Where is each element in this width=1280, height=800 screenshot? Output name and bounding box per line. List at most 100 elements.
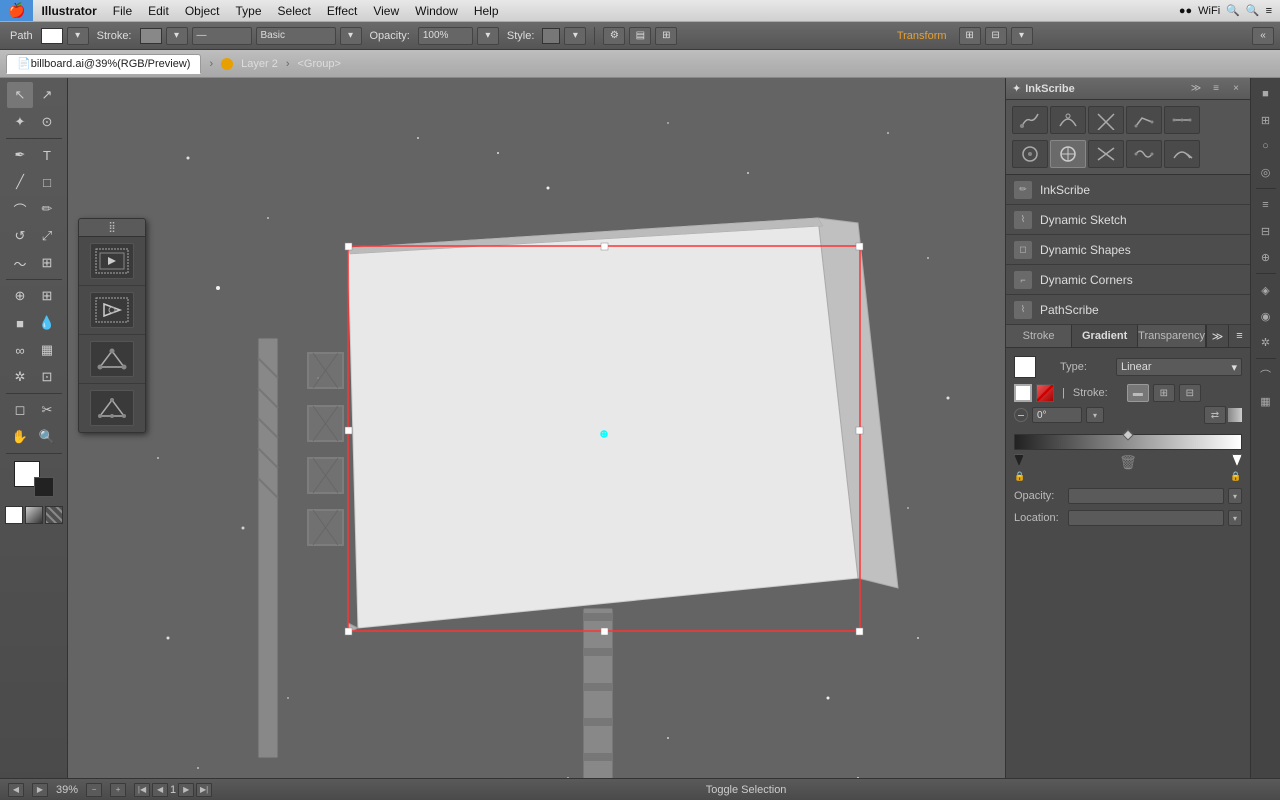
pencil-tool-btn[interactable]: ✏ bbox=[34, 196, 60, 222]
gradient-stop-left[interactable] bbox=[1014, 454, 1024, 466]
tab-transparency[interactable]: Transparency bbox=[1138, 325, 1206, 347]
arrange-options[interactable]: ⊟ bbox=[985, 27, 1007, 45]
far-right-appearance-btn[interactable]: ◈ bbox=[1254, 278, 1278, 302]
fill-stroke-swatches[interactable] bbox=[14, 461, 54, 497]
zoom-tool-btn[interactable]: 🔍 bbox=[34, 424, 60, 450]
far-right-graphic-style-btn[interactable]: ◉ bbox=[1254, 304, 1278, 328]
panel-menu-btn[interactable]: ≡ bbox=[1228, 325, 1250, 347]
far-right-align-btn[interactable]: ≡ bbox=[1254, 193, 1278, 217]
gradient-stop-right[interactable] bbox=[1232, 454, 1242, 466]
style-dropdown[interactable]: ▾ bbox=[564, 27, 586, 45]
stroke-type-2[interactable]: ⊞ bbox=[1153, 384, 1175, 402]
slice-tool-btn[interactable]: ⊡ bbox=[34, 364, 60, 390]
menu-effect[interactable]: Effect bbox=[319, 0, 365, 21]
gradient-midpoint-handle[interactable] bbox=[1122, 429, 1133, 440]
menu-edit[interactable]: Edit bbox=[140, 0, 177, 21]
opacity-value[interactable]: 100% bbox=[418, 27, 473, 45]
gradient-bar[interactable] bbox=[1014, 434, 1242, 450]
tab-gradient[interactable]: Gradient bbox=[1072, 325, 1138, 347]
apple-menu[interactable]: 🍎 bbox=[0, 0, 33, 21]
menubar-search-icon[interactable]: 🔍 bbox=[1246, 4, 1260, 17]
stroke-type-1[interactable]: ▬ bbox=[1127, 384, 1149, 402]
scale-tool-btn[interactable]: ⤢ bbox=[34, 223, 60, 249]
far-right-color-btn[interactable]: ■ bbox=[1254, 82, 1278, 106]
pen-tool-btn[interactable]: ✒ bbox=[7, 142, 33, 168]
gradient-reverse-btn[interactable]: ⇄ bbox=[1204, 406, 1226, 424]
plugin-item-dynamic-sketch[interactable]: ⌇ Dynamic Sketch bbox=[1006, 205, 1250, 235]
doc-tab[interactable]: 📄 billboard.ai @ 39% (RGB/Preview) bbox=[6, 54, 201, 74]
location-value-field[interactable] bbox=[1068, 510, 1224, 526]
rotate-tool-btn[interactable]: ↺ bbox=[7, 223, 33, 249]
gradient-preview-swatch[interactable] bbox=[1014, 356, 1036, 378]
statusbar-zoom-out-btn[interactable]: − bbox=[86, 783, 102, 797]
type-tool-btn[interactable]: T bbox=[34, 142, 60, 168]
warp-tool-btn[interactable]: 〜 bbox=[7, 250, 33, 276]
ink-tool-end[interactable] bbox=[1164, 140, 1200, 168]
ink-tool-active[interactable] bbox=[1050, 140, 1086, 168]
arrange-icon[interactable]: ⊞ bbox=[655, 27, 677, 45]
shape-builder-btn[interactable]: ⊕ bbox=[7, 283, 33, 309]
plugin-item-inkscribe[interactable]: ✏ InkScribe bbox=[1006, 175, 1250, 205]
lock-icon-right[interactable]: 🔒 bbox=[1230, 470, 1242, 482]
style-swatch[interactable] bbox=[542, 28, 560, 44]
statusbar-prev-btn[interactable]: ◀ bbox=[8, 783, 24, 797]
plugin-item-dynamic-corners[interactable]: ⌐ Dynamic Corners bbox=[1006, 265, 1250, 295]
ink-tool-wave[interactable] bbox=[1126, 140, 1162, 168]
fp-select-tool[interactable] bbox=[79, 237, 145, 286]
inkscribe-expand-btn[interactable]: ≫ bbox=[1188, 81, 1204, 97]
menu-help[interactable]: Help bbox=[466, 0, 507, 21]
menu-file[interactable]: File bbox=[105, 0, 140, 21]
fp-transform-tool[interactable] bbox=[79, 286, 145, 335]
statusbar-first-btn[interactable]: |◀ bbox=[134, 783, 150, 797]
scissors-btn[interactable]: ✂ bbox=[34, 397, 60, 423]
angle-dropdown[interactable]: ▾ bbox=[1086, 407, 1104, 423]
stroke-style-dropdown[interactable]: ▾ bbox=[340, 27, 362, 45]
stroke-weight[interactable]: — bbox=[192, 27, 252, 45]
statusbar-last-btn[interactable]: ▶| bbox=[196, 783, 212, 797]
magic-wand-tool-btn[interactable]: ✦ bbox=[7, 109, 33, 135]
statusbar-page-prev-btn[interactable]: ◀ bbox=[152, 783, 168, 797]
blend-tool-btn[interactable]: ∞ bbox=[7, 337, 33, 363]
doc-setup-icon[interactable]: ⚙ bbox=[603, 27, 625, 45]
stroke-options[interactable]: ▾ bbox=[166, 27, 188, 45]
ink-tool-cross[interactable] bbox=[1088, 140, 1124, 168]
lock-icon-left[interactable]: 🔒 bbox=[1014, 470, 1026, 482]
far-right-gradient-btn[interactable]: ⊞ bbox=[1254, 108, 1278, 132]
collapse-icon[interactable]: « bbox=[1252, 27, 1274, 45]
free-transform-btn[interactable]: ⊞ bbox=[34, 250, 60, 276]
plugin-item-pathscribe[interactable]: ⌇ PathScribe bbox=[1006, 295, 1250, 325]
lasso-tool-btn[interactable]: ⊙ bbox=[34, 109, 60, 135]
direct-selection-tool-btn[interactable]: ↗ bbox=[34, 82, 60, 108]
gradient-type-dropdown[interactable]: Linear ▾ bbox=[1116, 358, 1242, 376]
plugin-item-dynamic-shapes[interactable]: ◻ Dynamic Shapes bbox=[1006, 235, 1250, 265]
selection-tool-btn[interactable]: ↖ bbox=[7, 82, 33, 108]
inkscribe-menu-btn[interactable]: ≡ bbox=[1208, 81, 1224, 97]
far-right-layer-btn[interactable]: ◎ bbox=[1254, 160, 1278, 184]
opacity-value-field[interactable] bbox=[1068, 488, 1224, 504]
inkscribe-close-btn[interactable]: × bbox=[1228, 81, 1244, 97]
symbol-tool-btn[interactable]: ✲ bbox=[7, 364, 33, 390]
gradient-bg-color[interactable] bbox=[1036, 384, 1054, 402]
tab-stroke[interactable]: Stroke bbox=[1006, 325, 1072, 347]
ink-tool-extend[interactable] bbox=[1164, 106, 1200, 134]
chart-tool-btn[interactable]: ▦ bbox=[34, 337, 60, 363]
gradient-fg-color[interactable] bbox=[1014, 384, 1032, 402]
ink-tool-2[interactable] bbox=[1050, 106, 1086, 134]
mesh-tool-btn[interactable]: ⊞ bbox=[34, 283, 60, 309]
location-arrow[interactable]: ▾ bbox=[1228, 510, 1242, 526]
far-right-symbol-btn[interactable]: ✲ bbox=[1254, 330, 1278, 354]
opacity-dropdown[interactable]: ▾ bbox=[477, 27, 499, 45]
eraser-btn[interactable]: ◻ bbox=[7, 397, 33, 423]
menu-view[interactable]: View bbox=[365, 0, 407, 21]
fp-mesh-tool[interactable] bbox=[79, 384, 145, 432]
angle-value-field[interactable]: 0° bbox=[1032, 407, 1082, 423]
menu-window[interactable]: Window bbox=[407, 0, 466, 21]
app-name[interactable]: Illustrator bbox=[33, 0, 104, 21]
normal-mode-btn[interactable] bbox=[5, 506, 23, 524]
paintbrush-tool-btn[interactable]: ⌒ bbox=[7, 196, 33, 222]
ink-tool-corner[interactable] bbox=[1088, 106, 1124, 134]
far-right-stroke-btn[interactable]: ○ bbox=[1254, 134, 1278, 158]
fill-swatch[interactable] bbox=[41, 28, 63, 44]
gradient-delete-btn[interactable]: 🗑 bbox=[1120, 454, 1136, 470]
opacity-arrow[interactable]: ▾ bbox=[1228, 488, 1242, 504]
